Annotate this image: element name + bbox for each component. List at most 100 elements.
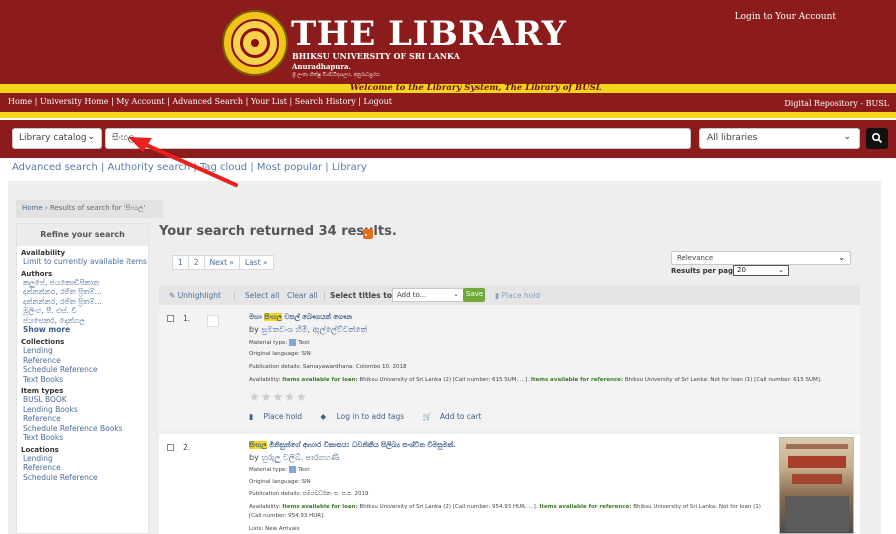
availability-label: Availability:	[249, 377, 281, 383]
subnav-separator: |	[190, 162, 200, 173]
pagination-link[interactable]: Last »	[239, 255, 274, 270]
search-button[interactable]	[866, 128, 888, 149]
subnav-link[interactable]: Library	[332, 162, 367, 173]
top-nav-link[interactable]: Your List	[251, 97, 287, 106]
subnav-link[interactable]: Most popular	[257, 162, 322, 173]
record-number: 2.	[183, 443, 191, 452]
top-nav-link[interactable]: My Account	[116, 97, 164, 106]
add-to-cart-label: Add to cart	[439, 412, 482, 421]
record-availability: Availability: Items available for loan: …	[249, 377, 822, 383]
subnav-link[interactable]: Advanced search	[12, 162, 98, 173]
facet-item-locations[interactable]: Reference	[17, 463, 148, 473]
record-title[interactable]: සිංහල මිනිසුන්ගේ ආහාර විකාසය: ධවනිකීය සි…	[249, 441, 456, 450]
availability-loan: Bhiksu University of Sri Lanka (2) [Call…	[359, 504, 538, 510]
facet-item-itemtypes[interactable]: Reference	[17, 414, 148, 424]
availability-loan-label: Items available for loan:	[282, 377, 358, 383]
record-checkbox[interactable]	[167, 315, 174, 322]
book-icon	[289, 466, 297, 473]
facet-heading-authors: Authors	[21, 269, 53, 278]
top-nav-link[interactable]: Search History	[295, 97, 356, 106]
secondary-navigation: Advanced search | Authority search | Tag…	[12, 162, 367, 173]
pagination-link[interactable]: 1	[172, 255, 189, 270]
facet-item-locations[interactable]: Schedule Reference	[17, 473, 148, 483]
login-link[interactable]: Login to Your Account	[735, 12, 836, 22]
record-title-highlight: සිංහල	[264, 313, 282, 321]
welcome-strip: Welcome to the Library System, The Libra…	[0, 83, 896, 93]
record-author[interactable]: හුරුලු වලිබ්. පාරගහණී	[261, 453, 339, 462]
facet-available-items[interactable]: Limit to currently available items	[17, 257, 148, 267]
library-select[interactable]: All libraries ⌄	[699, 128, 860, 149]
site-banner: THE LIBRARY BHIKSU UNIVERSITY OF SRI LAN…	[0, 0, 896, 84]
facet-item-authors[interactable]: කලුපේ, ජයකොඩිපිකාන	[17, 278, 148, 288]
facet-item-authors[interactable]: මූලිංග, පී. එස්. වී	[17, 306, 148, 316]
catalog-select[interactable]: Library catalog ⌄	[12, 128, 102, 149]
unhighlight-button[interactable]: ✎ Unhighlight	[169, 291, 221, 300]
subnav-link[interactable]: Tag cloud	[200, 162, 247, 173]
facet-item-authors[interactable]: දන්නන්නර, රජිත ප්‍රිතම්...	[17, 287, 148, 297]
place-hold-toolbar-button[interactable]: ▮ Place hold	[495, 291, 540, 300]
record-title[interactable]: මහා සිංහල වසල් බෞගයන් ගෞන	[249, 313, 352, 322]
subnav-link[interactable]: Authority search	[108, 162, 191, 173]
unhighlight-label: Unhighlight	[177, 291, 221, 300]
search-input[interactable]: සිංහල	[105, 128, 691, 149]
tag-icon: ◆	[320, 412, 329, 421]
facet-item-authors[interactable]: ජයසෙකර, දොන්ගල	[17, 316, 148, 326]
book-cover-image[interactable]	[779, 437, 854, 534]
facet-item-collections[interactable]: Schedule Reference	[17, 365, 148, 375]
top-nav-link[interactable]: Advanced Search	[172, 97, 243, 106]
facet-item-collections[interactable]: Lending	[17, 346, 148, 356]
pagination-link[interactable]: Next »	[203, 255, 241, 270]
record-title-rest: වසල් බෞගයන් ගෞන	[281, 313, 353, 321]
chevron-down-icon: ⌄	[453, 290, 459, 298]
facet-item-collections[interactable]: Text Books	[17, 375, 148, 385]
facet-item-itemtypes[interactable]: Text Books	[17, 433, 148, 443]
nav-separator: |	[286, 97, 295, 106]
record-title-prefix: මහා	[249, 313, 265, 321]
breadcrumb: Home › Results of search for 'සිංහල'	[16, 200, 163, 218]
top-nav-link[interactable]: University Home	[40, 97, 109, 106]
record-actions: ▮ Place hold ◆ Log in to add tags 🛒 Add t…	[249, 412, 498, 421]
breadcrumb-current: Results of search for 'සිංහල'	[49, 204, 146, 212]
top-nav-link[interactable]: Home	[8, 97, 32, 106]
save-button[interactable]: Save	[463, 288, 485, 302]
place-hold-link[interactable]: ▮ Place hold	[249, 412, 310, 421]
facet-item-itemtypes[interactable]: Lending Books	[17, 405, 148, 415]
facet-item-itemtypes[interactable]: Schedule Reference Books	[17, 424, 148, 434]
pencil-icon: ✎	[169, 291, 176, 300]
material-value: Text	[298, 467, 310, 473]
nav-separator: |	[32, 97, 40, 106]
facet-item-itemtypes[interactable]: BUSL BOOK	[17, 395, 148, 405]
add-to-cart-link[interactable]: 🛒 Add to cart	[423, 412, 490, 421]
nav-separator: |	[355, 97, 364, 106]
add-tags-link[interactable]: ◆ Log in to add tags	[320, 412, 412, 421]
rss-icon[interactable]	[363, 229, 373, 239]
results-toolbar: ✎ Unhighlight | Select all Clear all | S…	[159, 285, 860, 305]
select-all-link[interactable]: Select all	[245, 291, 279, 300]
record-author[interactable]: සුමනවංශ හිමි, ඇල්ලේව්වත්තේ	[261, 325, 367, 334]
show-more-link[interactable]: Show more	[17, 325, 148, 335]
sort-select[interactable]: Relevance ⌄	[671, 251, 851, 265]
rating-stars[interactable]: ★★★★★	[249, 390, 308, 404]
availability-loan: Bhiksu University of Sri Lanka (2) [Call…	[359, 377, 530, 383]
add-to-select[interactable]: Add to... ⌄	[392, 288, 464, 302]
facet-item-authors[interactable]: දන්නන්නර, රජිත ප්‍රිතම්...	[17, 297, 148, 307]
search-input-value: සිංහල	[112, 133, 135, 143]
result-record: 2. සිංහල මිනිසුන්ගේ ආහාර විකාසය: ධවනිකීය…	[159, 434, 860, 534]
facet-item-locations[interactable]: Lending	[17, 454, 148, 464]
facet-item-collections[interactable]: Reference	[17, 356, 148, 366]
record-checkbox[interactable]	[167, 444, 174, 451]
record-lists[interactable]: Lists: New Arrivals	[249, 526, 300, 532]
record-number: 1.	[183, 314, 191, 323]
digital-repository-link[interactable]: Digital Repository - BUSL	[784, 99, 889, 108]
results-per-page-select[interactable]: 20 ⌄	[733, 265, 789, 276]
top-nav-link[interactable]: Logout	[364, 97, 392, 106]
breadcrumb-home[interactable]: Home	[22, 204, 43, 212]
availability-label: Availability:	[249, 504, 281, 510]
record-thumbnail	[207, 315, 219, 327]
results-per-page-value: 20	[737, 266, 746, 274]
material-label: Material type:	[249, 467, 288, 473]
record-title-rest: මිනිසුන්ගේ ආහාර විකාසය: ධවනිකීය සිලිඛ්‍ය…	[266, 441, 456, 449]
clear-all-link[interactable]: Clear all	[287, 291, 318, 300]
pagination-link[interactable]: 2	[187, 255, 205, 270]
availability-ref: Bhiksu University of Sri Lanka: Not for …	[624, 377, 822, 383]
